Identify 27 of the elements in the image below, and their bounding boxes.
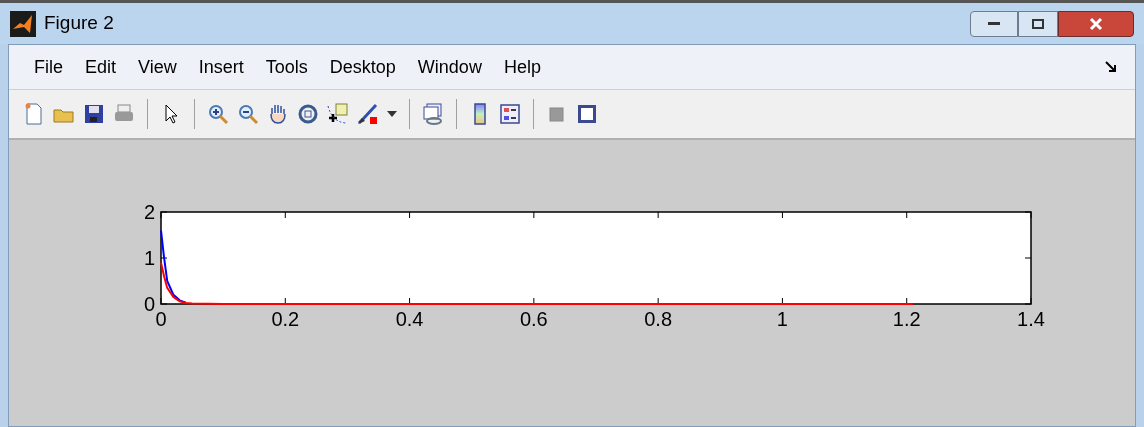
tick-label: 0 — [143, 293, 155, 315]
app-logo-icon — [10, 10, 36, 37]
tick-label: 1.4 — [1017, 308, 1045, 330]
menu-item[interactable]: Edit — [74, 53, 128, 81]
maximize-button[interactable] — [1018, 10, 1058, 37]
tick-label: 0.2 — [271, 308, 300, 330]
menu-item[interactable]: File — [23, 53, 74, 81]
tick-label: 1 — [776, 308, 788, 330]
close-button[interactable] — [1058, 10, 1134, 37]
tick-label: 2 — [143, 201, 155, 223]
dropdown-caret-icon[interactable] — [387, 111, 397, 117]
tick-label: 0 — [155, 308, 167, 330]
close-icon — [1089, 16, 1103, 31]
menu-item[interactable]: Insert — [187, 53, 255, 81]
menu-item[interactable]: View — [127, 53, 188, 81]
tick-label: 1 — [143, 247, 155, 269]
menu-item[interactable]: Tools — [254, 53, 319, 81]
tick-label: 0.8 — [644, 308, 673, 330]
menu-item[interactable]: Window — [406, 53, 493, 81]
window-title: Figure 2 — [44, 11, 114, 36]
tick-label: 0.6 — [519, 308, 548, 330]
menu-item[interactable]: Desktop — [318, 53, 407, 81]
menu-item[interactable]: Help — [492, 53, 552, 81]
minimize-button[interactable] — [970, 10, 1018, 37]
tick-label: 0.4 — [395, 308, 424, 330]
dock-arrow-icon[interactable] — [1105, 61, 1117, 73]
tick-label: 1.2 — [892, 308, 921, 330]
